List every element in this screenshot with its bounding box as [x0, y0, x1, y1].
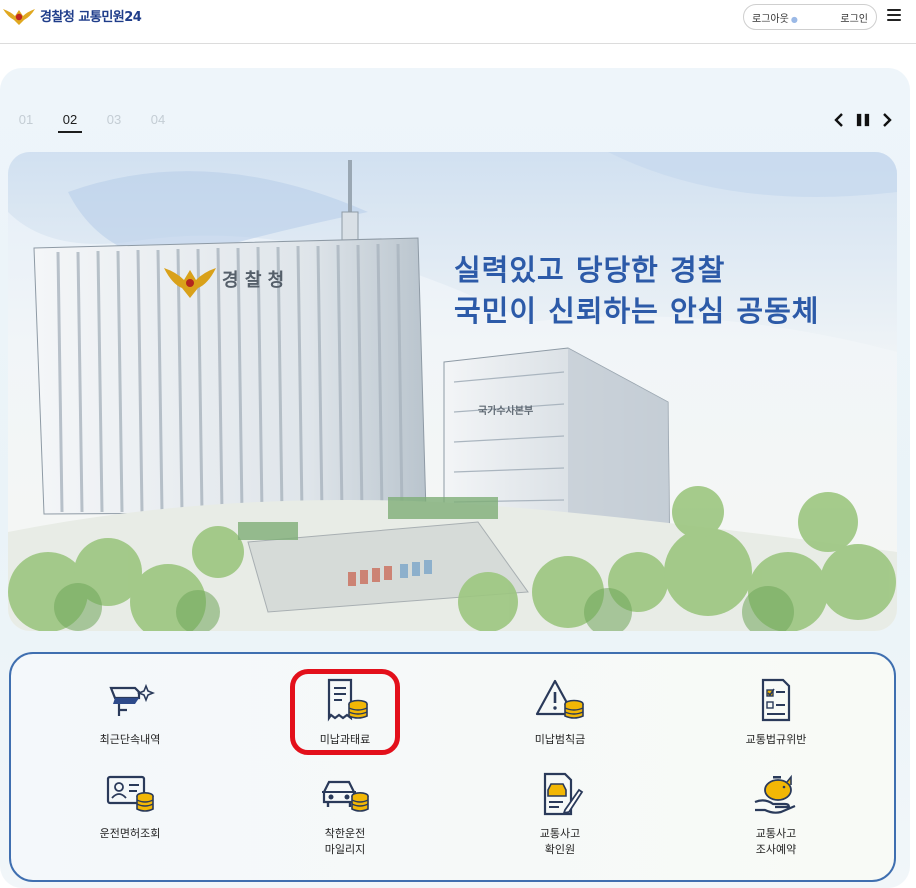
quick-item-label: 착한운전 마일리지 — [324, 827, 366, 856]
slide-page-1[interactable]: 01 — [14, 112, 38, 133]
warning-coins-icon — [535, 679, 584, 719]
logout-button[interactable]: 로그아웃 ● — [752, 10, 798, 25]
slide-page-3[interactable]: 03 — [102, 112, 126, 133]
quick-item-traffic-violations[interactable]: 교통법규위반 — [706, 678, 846, 748]
quick-item-unpaid-penalties[interactable]: 미납범칙금 — [490, 678, 630, 748]
toggle-dot-icon: ● — [790, 14, 798, 24]
police-hq-illustration: 경 찰 청 국가수사본부 — [8, 152, 897, 631]
next-slide-icon[interactable] — [880, 110, 894, 130]
annex-sign: 국가수사본부 — [478, 404, 533, 417]
building-sign: 경 찰 청 — [222, 270, 284, 291]
site-logo[interactable]: 경찰청 교통민원24 — [2, 4, 142, 26]
slide-page-4[interactable]: 04 — [146, 112, 170, 133]
quick-item-label: 교통사고 확인원 — [539, 827, 581, 856]
highlight-box — [290, 669, 400, 755]
login-button[interactable]: 로그인 — [840, 10, 868, 25]
id-card-coins-icon — [106, 775, 154, 812]
hero-banner[interactable]: 경 찰 청 국가수사본부 실력있고 당당한 경찰 국민이 신뢰하는 안심 공동체 — [8, 152, 897, 631]
quick-item-label: 미납범칙금 — [534, 733, 586, 746]
auth-toggle[interactable]: 로그아웃 ● 로그인 — [743, 4, 877, 30]
car-coins-icon — [322, 780, 369, 812]
slider-controls — [832, 110, 894, 130]
quick-item-recent-violations[interactable]: 최근단속내역 — [60, 678, 200, 748]
slogan-line-2: 국민이 신뢰하는 안심 공동체 — [454, 294, 820, 328]
quick-item-accident-reservation[interactable]: 교통사고 조사예약 — [706, 772, 846, 858]
pause-icon[interactable] — [856, 110, 870, 130]
slide-page-2[interactable]: 02 — [58, 112, 82, 133]
quick-item-license-inquiry[interactable]: 운전면허조회 — [60, 772, 200, 842]
quick-item-label: 운전면허조회 — [99, 827, 161, 840]
hamburger-menu-icon[interactable] — [887, 5, 907, 25]
quick-item-safe-driving-mileage[interactable]: 착한운전 마일리지 — [275, 772, 415, 858]
checklist-icon — [761, 678, 791, 722]
quick-item-label: 최근단속내역 — [99, 733, 161, 746]
document-car-icon — [543, 772, 584, 816]
piggy-hand-icon — [754, 774, 796, 814]
top-header: 경찰청 교통민원24 로그아웃 ● 로그인 — [0, 0, 916, 44]
camera-icon — [109, 683, 155, 716]
prev-slide-icon[interactable] — [832, 110, 846, 130]
site-title: 경찰청 교통민원24 — [40, 9, 142, 25]
police-emblem-icon — [3, 9, 35, 25]
slogan-line-1: 실력있고 당당한 경찰 — [454, 253, 726, 287]
banner-slogan: 실력있고 당당한 경찰 국민이 신뢰하는 안심 공동체 — [454, 250, 819, 332]
quick-item-label: 교통법규위반 — [745, 733, 807, 746]
slider-pagination: 01 02 03 04 — [14, 112, 170, 133]
quick-item-label: 교통사고 조사예약 — [755, 827, 797, 856]
quick-item-accident-certificate[interactable]: 교통사고 확인원 — [490, 772, 630, 858]
